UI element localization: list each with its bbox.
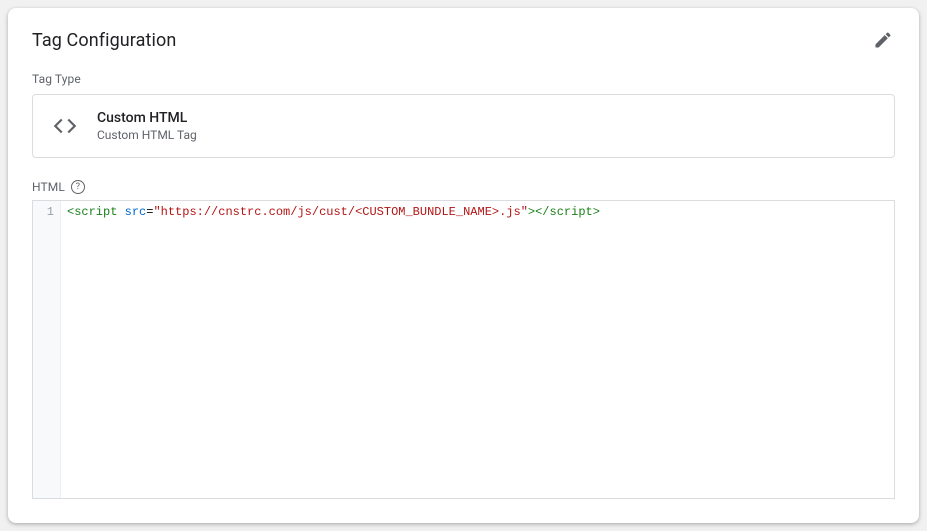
card-header: Tag Configuration: [32, 28, 895, 52]
tag-type-subtitle: Custom HTML Tag: [97, 127, 197, 143]
html-label: HTML: [32, 180, 65, 194]
code-token-open: <script: [67, 205, 117, 219]
line-number: 1: [33, 203, 54, 221]
code-area[interactable]: <script src="https://cnstrc.com/js/cust/…: [61, 201, 894, 498]
tag-type-name: Custom HTML: [97, 109, 197, 127]
tag-type-selector[interactable]: Custom HTML Custom HTML Tag: [32, 94, 895, 158]
code-icon: [49, 110, 81, 142]
code-token-attr: src: [125, 205, 147, 219]
card-title: Tag Configuration: [32, 30, 176, 51]
html-label-row: HTML ?: [32, 180, 895, 194]
code-token-close: </script>: [535, 205, 600, 219]
line-gutter: 1: [33, 201, 61, 498]
tag-type-label: Tag Type: [32, 72, 895, 86]
html-code-editor[interactable]: 1 <script src="https://cnstrc.com/js/cus…: [32, 200, 895, 499]
edit-button[interactable]: [871, 28, 895, 52]
help-icon[interactable]: ?: [71, 180, 85, 194]
pencil-icon: [873, 30, 893, 50]
tag-type-text: Custom HTML Custom HTML Tag: [97, 109, 197, 143]
tag-configuration-card: Tag Configuration Tag Type Custom HTML C…: [8, 8, 919, 523]
code-token-string: "https://cnstrc.com/js/cust/<CUSTOM_BUND…: [153, 205, 527, 219]
